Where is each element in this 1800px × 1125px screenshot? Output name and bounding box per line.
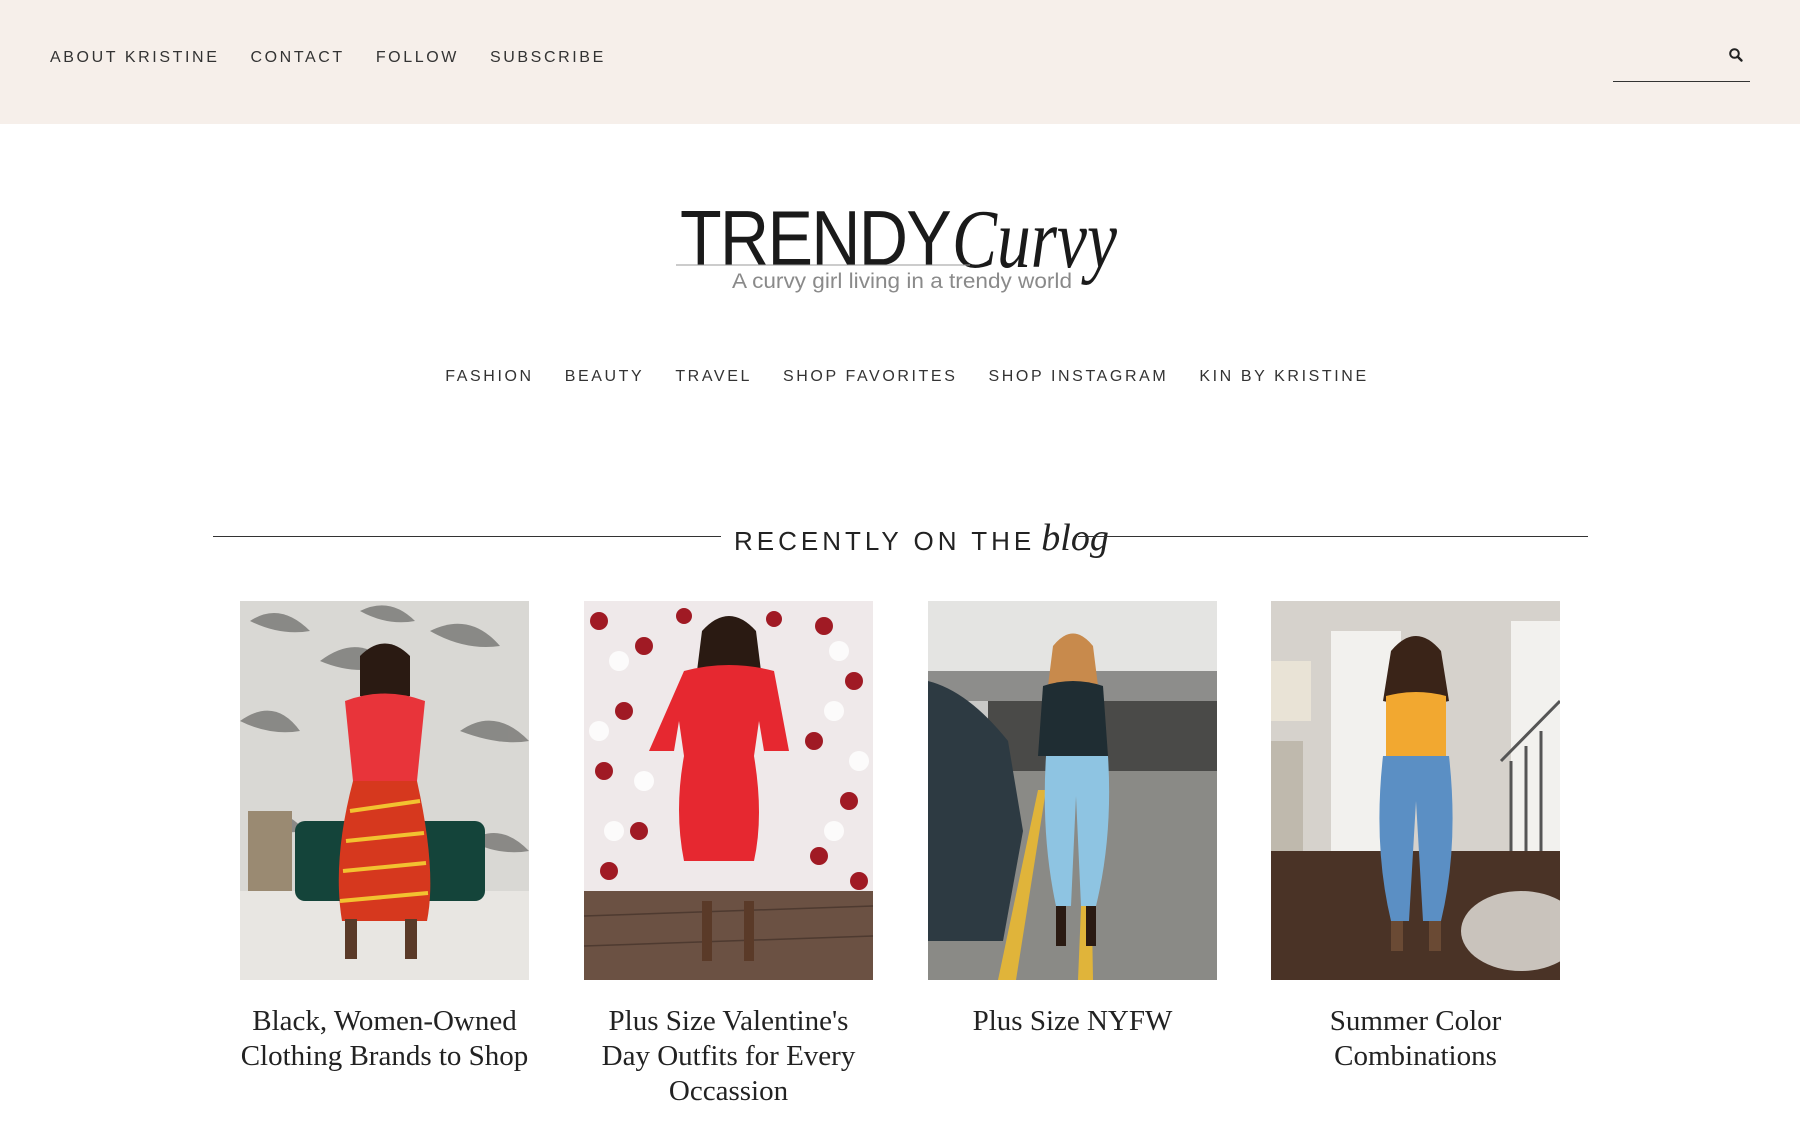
post-card[interactable]: Black, Women-Owned Clothing Brands to Sh…	[240, 601, 529, 1074]
recent-posts-heading: RECENTLY ON THE blog	[213, 506, 1588, 559]
search-icon[interactable]	[1728, 47, 1744, 63]
search-box	[1613, 40, 1750, 82]
svg-text:A curvy girl living in a trend: A curvy girl living in a trendy world	[732, 270, 1072, 293]
top-nav-contact[interactable]: CONTACT	[250, 49, 344, 67]
section-title-script: blog	[1041, 517, 1109, 559]
main-nav-kin-by-kristine[interactable]: KIN BY KRISTINE	[1199, 368, 1368, 386]
top-utility-bar: ABOUT KRISTINE CONTACT FOLLOW SUBSCRIBE	[0, 0, 1800, 124]
svg-text:TRENDY: TRENDY	[680, 194, 951, 282]
top-nav-about-kristine[interactable]: ABOUT KRISTINE	[50, 49, 219, 67]
main-nav-shop-favorites[interactable]: SHOP FAVORITES	[783, 368, 958, 386]
main-nav: FASHION BEAUTY TRAVEL SHOP FAVORITES SHO…	[0, 368, 1800, 386]
top-nav: ABOUT KRISTINE CONTACT FOLLOW SUBSCRIBE	[50, 49, 606, 67]
main-nav-travel[interactable]: TRAVEL	[675, 368, 752, 386]
post-title[interactable]: Plus Size Valentine's Day Outfits for Ev…	[584, 1004, 873, 1109]
post-title[interactable]: Summer Color Combinations	[1271, 1004, 1560, 1074]
search-input[interactable]	[1613, 46, 1725, 74]
heading-rule-right	[1078, 536, 1588, 537]
top-nav-subscribe[interactable]: SUBSCRIBE	[490, 49, 606, 67]
post-thumbnail[interactable]	[584, 601, 873, 980]
logo-wordmark: TRENDY Curvy A curvy girl living in a tr…	[676, 193, 1118, 293]
section-title-caps: RECENTLY ON THE	[734, 526, 1036, 556]
post-thumbnail[interactable]	[928, 601, 1217, 980]
main-nav-shop-instagram[interactable]: SHOP INSTAGRAM	[988, 368, 1168, 386]
post-card[interactable]: Plus Size Valentine's Day Outfits for Ev…	[584, 601, 873, 1109]
post-title[interactable]: Plus Size NYFW	[928, 1004, 1217, 1039]
main-nav-beauty[interactable]: BEAUTY	[565, 368, 645, 386]
post-card[interactable]: Plus Size NYFW	[928, 601, 1217, 1039]
heading-rule-left	[213, 536, 721, 537]
main-nav-fashion[interactable]: FASHION	[445, 368, 533, 386]
post-title[interactable]: Black, Women-Owned Clothing Brands to Sh…	[240, 1004, 529, 1074]
post-card[interactable]: Summer Color Combinations	[1271, 601, 1560, 1074]
section-title: RECENTLY ON THE blog	[734, 516, 1109, 560]
top-nav-follow[interactable]: FOLLOW	[376, 49, 459, 67]
post-thumbnail[interactable]	[1271, 601, 1560, 980]
post-thumbnail[interactable]	[240, 601, 529, 980]
site-logo[interactable]: TRENDY Curvy A curvy girl living in a tr…	[670, 185, 1130, 305]
